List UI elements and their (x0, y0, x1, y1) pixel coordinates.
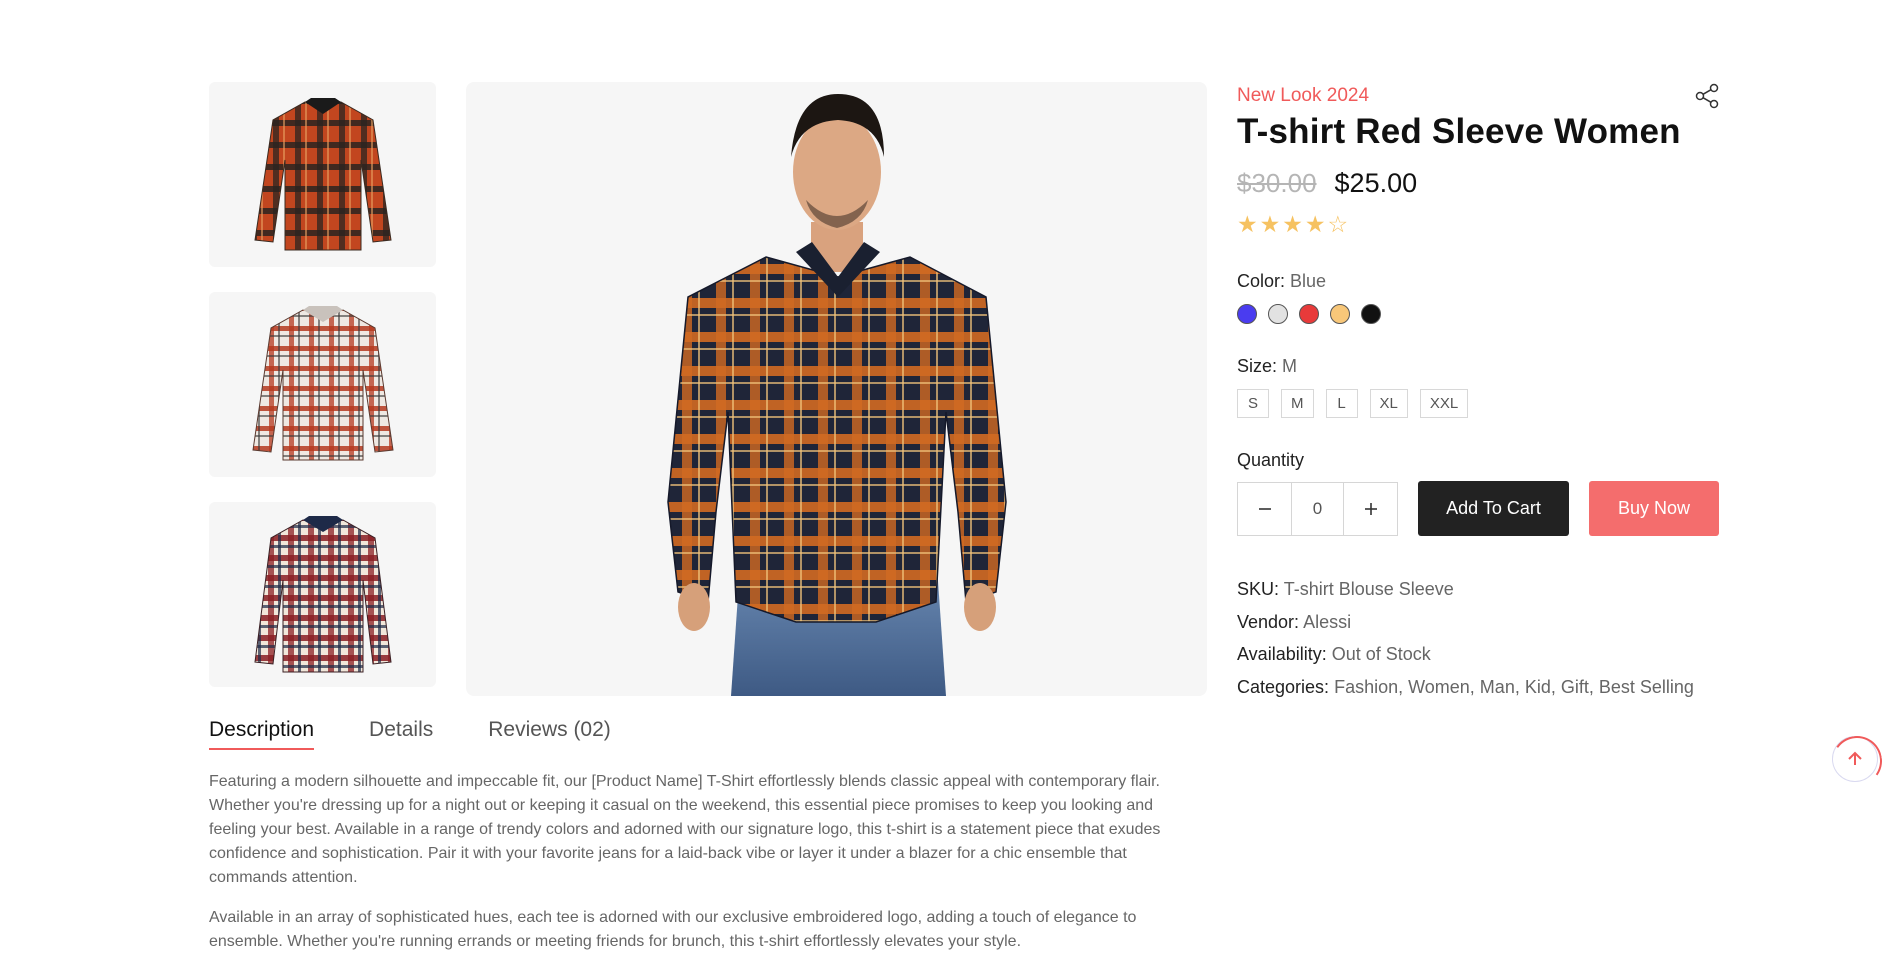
description-paragraph-1: Featuring a modern silhouette and impecc… (209, 773, 1161, 886)
color-swatches (1237, 304, 1721, 324)
size-value: M (1282, 356, 1298, 376)
model-in-plaid-shirt-image (667, 94, 1007, 696)
quantity-section: Quantity Add To Cart Buy Now (1237, 450, 1721, 536)
description-panel: Featuring a modern silhouette and impecc… (209, 770, 1199, 958)
quantity-stepper (1237, 481, 1398, 536)
availability-row: Availability: Out of Stock (1237, 638, 1721, 671)
color-swatch-5[interactable] (1361, 304, 1381, 324)
size-option-l[interactable]: L (1325, 389, 1358, 418)
thumbnail-2[interactable] (209, 292, 436, 477)
categories-row: Categories: Fashion, Women, Man, Kid, Gi… (1237, 671, 1721, 704)
sku-row: SKU: T-shirt Blouse Sleeve (1237, 573, 1721, 606)
size-label-row: Size: M (1237, 356, 1721, 377)
purchase-actions: Add To Cart Buy Now (1237, 481, 1721, 536)
minus-icon (1258, 507, 1271, 510)
sku-value: T-shirt Blouse Sleeve (1283, 579, 1454, 599)
decrease-quantity-button[interactable] (1238, 483, 1291, 535)
price-block: $30.00 $25.00 (1237, 168, 1721, 199)
star-filled-icon: ★ (1237, 211, 1260, 237)
size-selector: Size: M S M L XL XXL (1237, 356, 1721, 418)
size-option-xxl[interactable]: XXL (1419, 389, 1469, 418)
thumbnail-3[interactable] (209, 502, 436, 687)
shirt-image-thumb-2 (251, 305, 394, 460)
star-empty-icon: ☆ (1327, 211, 1351, 237)
color-label: Color: (1237, 271, 1286, 291)
size-option-s[interactable]: S (1237, 389, 1269, 418)
shirt-image-thumb-1 (253, 97, 392, 250)
share-button[interactable] (1693, 82, 1721, 110)
star-filled-icon: ★ (1304, 211, 1328, 237)
size-label: Size: (1237, 356, 1278, 376)
tab-description[interactable]: Description (209, 718, 315, 750)
star-filled-icon: ★ (1259, 211, 1283, 237)
buy-now-button[interactable]: Buy Now (1589, 481, 1719, 536)
color-swatch-4[interactable] (1330, 304, 1350, 324)
star-filled-icon: ★ (1282, 211, 1305, 237)
description-paragraph-2: Available in an array of sophisticated h… (209, 909, 1137, 950)
product-info-panel: New Look 2024 T-shirt Red Sleeve Women $… (1237, 82, 1721, 703)
old-price: $30.00 (1237, 168, 1317, 198)
arrow-up-icon (1848, 751, 1862, 765)
color-swatch-2[interactable] (1268, 304, 1288, 324)
categories-value: Fashion, Women, Man, Kid, Gift, Best Sel… (1334, 676, 1694, 697)
vendor-label: Vendor: (1237, 611, 1300, 632)
size-option-xl[interactable]: XL (1369, 389, 1408, 418)
quantity-input[interactable] (1291, 482, 1344, 535)
share-icon (1695, 83, 1719, 109)
color-swatch-1[interactable] (1237, 304, 1257, 324)
product-title: T-shirt Red Sleeve Women (1237, 112, 1681, 151)
main-product-image[interactable] (466, 82, 1207, 696)
size-options: S M L XL XXL (1237, 389, 1721, 418)
color-value: Blue (1290, 271, 1327, 291)
add-to-cart-button[interactable]: Add To Cart (1418, 481, 1569, 536)
color-swatch-3[interactable] (1299, 304, 1319, 324)
vendor-value: Alessi (1303, 611, 1352, 632)
quantity-label: Quantity (1237, 450, 1305, 470)
rating-stars: ★★★★☆ (1237, 211, 1721, 237)
increase-quantity-button[interactable] (1344, 483, 1397, 535)
thumbnail-1[interactable] (209, 82, 436, 267)
back-to-top-button[interactable] (1832, 736, 1878, 782)
color-selector: Color: Blue (1237, 271, 1721, 324)
color-label-row: Color: Blue (1237, 271, 1721, 292)
current-price: $25.00 (1334, 168, 1418, 198)
tab-reviews[interactable]: Reviews (02) (488, 718, 611, 750)
plus-icon (1364, 502, 1377, 515)
product-meta: SKU: T-shirt Blouse Sleeve Vendor: Aless… (1237, 573, 1721, 703)
tab-details[interactable]: Details (369, 718, 433, 750)
availability-label: Availability: (1237, 644, 1327, 664)
product-subtitle: New Look 2024 (1237, 85, 1370, 106)
categories-label: Categories: (1237, 676, 1330, 697)
thumbnail-gallery (209, 82, 436, 712)
availability-value: Out of Stock (1331, 644, 1431, 664)
size-option-m[interactable]: M (1281, 389, 1314, 418)
product-tabs: Description Details Reviews (02) (209, 718, 611, 750)
sku-label: SKU: (1237, 579, 1280, 599)
shirt-image-thumb-3 (253, 515, 392, 672)
vendor-row: Vendor: Alessi (1237, 606, 1721, 639)
